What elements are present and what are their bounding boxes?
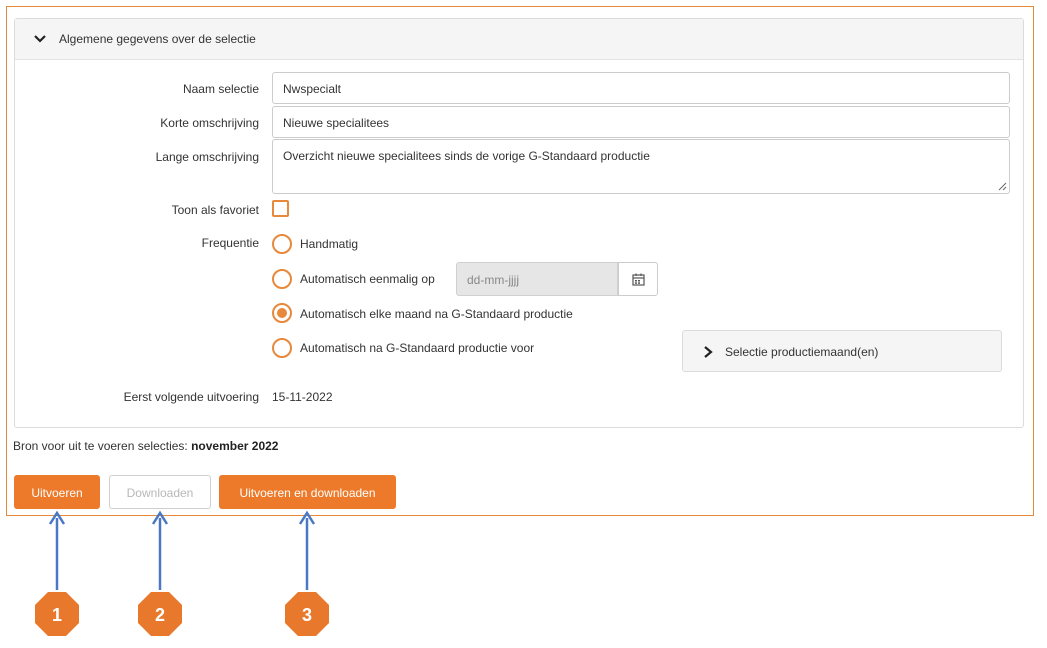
callout-badge-1: 1 — [35, 592, 79, 636]
callout-arrow-1 — [48, 510, 66, 590]
callout-label-2: 2 — [155, 605, 165, 625]
callout-badge-2: 2 — [138, 592, 182, 636]
callout-annotations: 1 2 3 — [35, 510, 329, 636]
callout-arrow-2 — [151, 510, 169, 590]
callout-badge-3: 3 — [285, 592, 329, 636]
callout-label-1: 1 — [52, 605, 62, 625]
callout-arrow-3 — [298, 510, 316, 590]
callout-label-3: 3 — [302, 605, 312, 625]
